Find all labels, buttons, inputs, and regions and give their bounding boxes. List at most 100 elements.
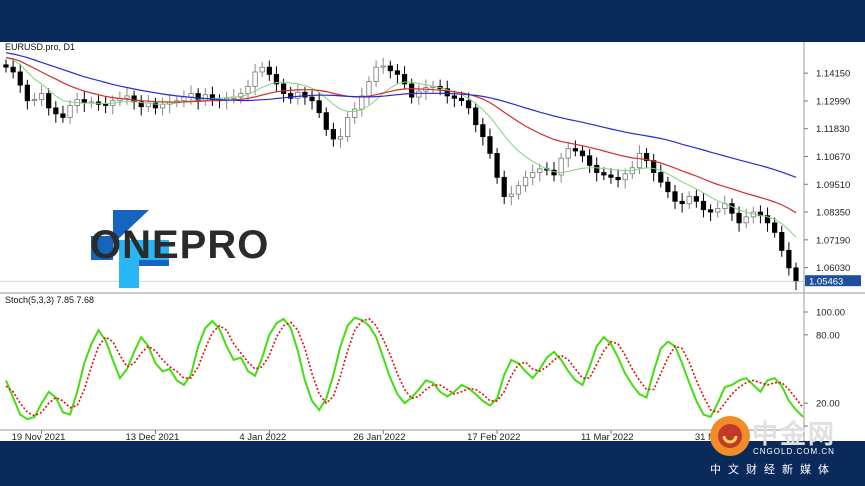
candle-body (380, 65, 386, 68)
candle-body (466, 100, 472, 109)
candle-body (245, 85, 251, 94)
candle-body (53, 107, 59, 115)
candle-body (352, 108, 358, 118)
candle-body (743, 216, 749, 224)
candle-body (793, 267, 799, 282)
candle-body (17, 71, 23, 86)
price-tick-label: 1.10670 (816, 152, 850, 163)
candle-body (651, 160, 657, 173)
candle-body (615, 176, 621, 181)
candle-body (658, 172, 664, 183)
candle-body (159, 103, 166, 109)
candle-body (594, 164, 600, 173)
stoch-k-line (5, 316, 804, 421)
stoch-tick-label: 80.00 (816, 330, 840, 341)
candle-body (451, 95, 457, 99)
candle-body (103, 103, 109, 106)
candle-body (679, 200, 685, 205)
time-tick-label: 11 Mar 2022 (581, 432, 634, 441)
candle-body (508, 193, 514, 197)
candle-body (60, 113, 66, 118)
onepro-logo-text: ONEPRO (90, 223, 270, 267)
time-axis-ticks: 19 Nov 2021 13 Dec 2021 4 Jan 2022 26 Jan 2… (12, 430, 748, 441)
candle-body (586, 155, 593, 166)
candle-body (10, 66, 16, 73)
top-banner (0, 0, 865, 42)
candle-body (779, 232, 785, 251)
candle-body (622, 173, 628, 181)
candle-body (693, 196, 699, 202)
candle-body (67, 105, 73, 118)
candle-body (729, 203, 735, 214)
candle-body (494, 152, 500, 178)
ma-slow-line (5, 52, 797, 178)
ma-mid-line (5, 57, 797, 214)
candle-body (387, 65, 393, 72)
stoch-label: Stoch(5,3,3) 7.85 7.68 (5, 295, 94, 305)
candle-body (473, 107, 479, 126)
symbol-label: EURUSD.pro, D1 (5, 42, 75, 52)
cngold-logo-icon (710, 416, 750, 456)
price-tick-label: 1.08350 (816, 208, 850, 219)
time-tick-label: 4 Jan 2022 (239, 432, 286, 441)
candle-body (280, 83, 287, 94)
candle-body (24, 84, 30, 102)
candle-body (736, 212, 742, 224)
candle-body (522, 176, 529, 187)
screenshot-frame: EURUSD.pro, D1 Stoch(5,3,3) 7.85 7.68 1.… (0, 0, 865, 486)
candle-body (715, 208, 721, 213)
candle-body (181, 96, 187, 102)
candle-body (359, 95, 365, 110)
candle-body (124, 95, 130, 99)
candle-body (636, 152, 643, 169)
candle-body (337, 136, 344, 140)
candle-body (38, 93, 45, 100)
candle-body (487, 136, 493, 154)
candle-body (608, 174, 614, 178)
candle-body (686, 196, 692, 205)
price-axis-ticks: 1.14150 1.12990 1.11830 1.10670 1.09510 1.083… (804, 69, 850, 274)
candle-body (530, 172, 536, 178)
candle-body (295, 91, 301, 99)
candle-body (572, 148, 578, 152)
candle-body (707, 209, 714, 213)
candle-body (601, 172, 607, 176)
stochastic-lines (5, 316, 804, 421)
candle-body (394, 70, 401, 75)
candle-body (501, 176, 507, 197)
stoch-tick-label: 20.00 (816, 399, 840, 410)
stoch-tick-label: 100.00 (816, 308, 845, 319)
candle-body (259, 66, 265, 73)
candle-body (515, 185, 522, 195)
candle-body (202, 94, 208, 102)
candle-body (772, 222, 778, 233)
candle-body (565, 148, 571, 159)
candle-body (537, 168, 543, 173)
time-tick-label: 13 Dec 2021 (125, 432, 179, 441)
stoch-axis-ticks: 100.00 80.00 20.00 (804, 308, 845, 427)
candle-body (700, 200, 707, 211)
cngold-tagline: 中文财经新媒体 (710, 463, 836, 476)
candle-body (579, 150, 586, 157)
price-tick-label: 1.06030 (816, 263, 850, 274)
candle-body (665, 181, 671, 193)
candle-body (366, 81, 372, 97)
candle-body (323, 112, 329, 130)
candle-body (3, 64, 9, 68)
price-tick-label: 1.07190 (816, 235, 850, 246)
time-tick-label: 17 Feb 2022 (467, 432, 520, 441)
price-tick-label: 1.11830 (816, 124, 850, 135)
candle-body (409, 83, 415, 98)
candle-body (309, 96, 315, 102)
candle-body (316, 100, 322, 114)
candle-body (330, 129, 336, 140)
candle-body (266, 66, 272, 75)
price-tick-label: 1.09510 (816, 180, 850, 191)
candle-body (672, 191, 678, 202)
candle-body (416, 90, 422, 98)
cngold-name: 中金网 (752, 420, 837, 450)
candle-body (252, 71, 258, 87)
candle-body (345, 117, 351, 138)
cngold-url: CNGOLD.COM.CN (753, 447, 835, 456)
candle-body (480, 124, 486, 138)
